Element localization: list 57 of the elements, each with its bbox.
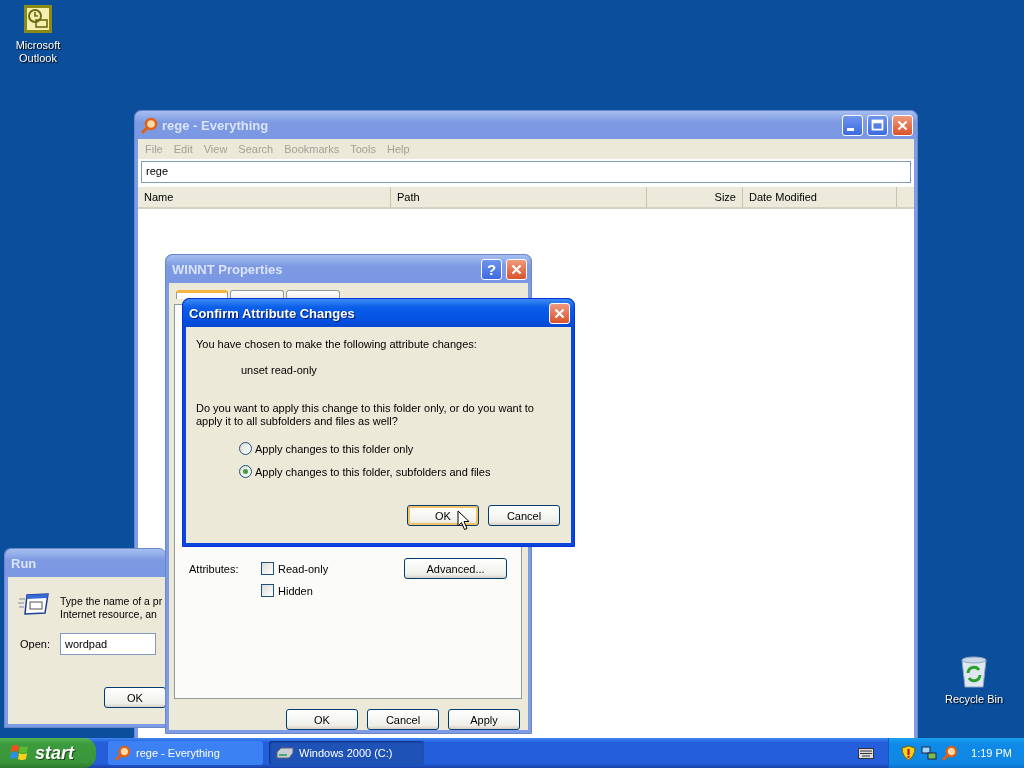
checkbox-label[interactable]: Read-only xyxy=(278,562,329,575)
change-text: unset read-only xyxy=(240,363,318,376)
minimize-icon xyxy=(846,127,854,131)
window-title: rege - Everything xyxy=(162,117,269,133)
taskbar-button[interactable]: rege - Everything xyxy=(108,741,263,765)
checkbox-label[interactable]: Hidden xyxy=(278,584,313,597)
instruction-text: Internet resource, an xyxy=(60,608,158,621)
dialog-button[interactable]: OK xyxy=(286,709,358,730)
recycle-bin-icon[interactable] xyxy=(959,656,989,688)
dialog-button[interactable]: Apply xyxy=(448,709,520,730)
attributes-label: Attributes: xyxy=(189,562,240,575)
desktop-icon-label[interactable]: Microsoft Outlook xyxy=(8,39,68,65)
desktop-icon-label[interactable]: Recycle Bin xyxy=(937,693,1011,706)
close-button[interactable] xyxy=(506,258,527,280)
window-title: Run xyxy=(11,555,37,571)
search-field[interactable]: rege xyxy=(141,161,911,183)
network-icon[interactable] xyxy=(921,745,938,761)
column-header[interactable]: Date Modified xyxy=(743,187,897,207)
checkbox[interactable] xyxy=(261,562,274,575)
magnifier-icon[interactable] xyxy=(942,745,959,761)
question-text: Do you want to apply this change to this folder only, or do you want to apply it to all subfolders and files as well? xyxy=(196,401,535,428)
clock[interactable]: 1:19 PM xyxy=(971,747,1012,759)
shield-icon[interactable] xyxy=(901,745,917,761)
dialog-button[interactable]: Cancel xyxy=(488,505,560,526)
open-field[interactable]: wordpad xyxy=(59,633,156,655)
minimize-button[interactable] xyxy=(842,114,863,136)
close-button[interactable] xyxy=(892,114,913,136)
ok-button[interactable]: OK xyxy=(104,687,166,708)
mouse-pointer-icon xyxy=(457,510,471,531)
windows-flag-icon xyxy=(10,744,30,762)
outlook-icon[interactable] xyxy=(24,5,52,33)
radio-button[interactable] xyxy=(239,442,252,455)
radio-label[interactable]: Apply changes to this folder only xyxy=(255,442,414,455)
taskbar-button[interactable]: Windows 2000 (C:) xyxy=(269,741,424,765)
run-icon xyxy=(18,591,50,617)
drive-icon xyxy=(276,747,294,759)
dialog-button[interactable]: Cancel xyxy=(367,709,439,730)
magnifier-icon xyxy=(141,116,158,134)
message-text: You have chosen to make the following attribute changes: xyxy=(196,338,478,350)
column-header[interactable]: Size xyxy=(647,187,743,207)
dialog-button[interactable]: OK xyxy=(407,505,479,526)
help-button[interactable]: ? xyxy=(481,258,502,280)
column-header[interactable]: Name xyxy=(138,187,391,207)
start-button[interactable]: start xyxy=(0,738,96,768)
radio-label[interactable]: Apply changes to this folder, subfolders and files xyxy=(255,465,491,478)
column-header[interactable]: Path xyxy=(391,187,647,207)
close-button[interactable] xyxy=(549,302,570,324)
maximize-button[interactable] xyxy=(867,114,888,136)
checkbox[interactable] xyxy=(261,584,274,597)
advanced-button[interactable]: Advanced... xyxy=(404,558,507,579)
window-title: WINNT Properties xyxy=(172,261,283,277)
magnifier-icon xyxy=(115,745,131,761)
keyboard-icon[interactable] xyxy=(858,747,875,759)
window-title: Confirm Attribute Changes xyxy=(189,305,355,321)
open-label: Open: xyxy=(20,638,50,650)
instruction-text: Type the name of a pr xyxy=(60,595,163,608)
radio-button[interactable] xyxy=(239,465,252,478)
